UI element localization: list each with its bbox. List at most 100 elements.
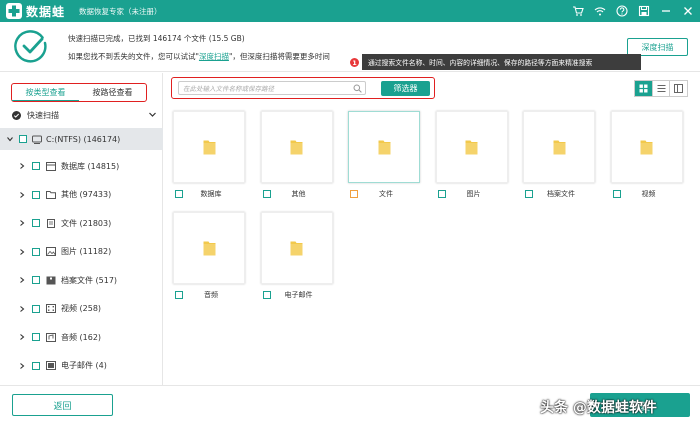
search-tooltip: 通过搜索文件名称、时间、内容的详细情况、保存的路径等方面来精准搜索 <box>362 54 641 70</box>
chevron-down-icon[interactable] <box>6 135 14 143</box>
tree-item[interactable]: 档案文件 (517) <box>0 269 163 291</box>
folder-icon <box>46 190 56 199</box>
folder-icon <box>465 140 478 155</box>
minimize-icon[interactable] <box>660 5 672 17</box>
help-icon[interactable] <box>616 5 628 17</box>
tree-item-checkbox[interactable] <box>32 304 40 313</box>
folder-label: 图片 <box>466 190 481 198</box>
tree-item-label: 数据库 (14815) <box>61 161 120 171</box>
watermark: 头条 @数据蛙软件 <box>540 400 657 416</box>
tree-item-checkbox[interactable] <box>32 333 40 341</box>
folder-icon <box>378 140 390 155</box>
deep-scan-hint-prefix: 如果您找不到丢失的文件，您可以试试" <box>68 52 199 61</box>
folder-card[interactable] <box>173 212 245 284</box>
folder-icon <box>203 140 215 155</box>
tree-item-label: 视频 (258) <box>61 304 102 313</box>
chevron-right-icon[interactable] <box>18 191 26 199</box>
image-icon <box>46 247 56 256</box>
tree-item-checkbox[interactable] <box>32 162 40 170</box>
search-box <box>178 81 366 95</box>
chevron-right-icon[interactable] <box>18 162 26 170</box>
document-icon <box>46 218 56 228</box>
search-icon[interactable] <box>353 84 362 93</box>
tree-item-checkbox[interactable] <box>32 361 40 370</box>
tree-item[interactable]: 音频 (162) <box>0 326 163 348</box>
folder-icon <box>290 241 303 256</box>
tree-item[interactable]: 电子邮件 (4) <box>0 355 163 377</box>
tree-item-label: 音频 (162) <box>61 332 102 342</box>
chevron-right-icon[interactable] <box>18 362 26 370</box>
tree-item-label: 档案文件 (517) <box>61 275 118 285</box>
quick-scan-header[interactable]: 快速扫描 <box>0 107 163 123</box>
folder-caption: 音频 <box>175 290 247 300</box>
folder-card[interactable] <box>435 111 508 183</box>
tree-item[interactable]: 数据库 (14815) <box>0 155 163 177</box>
folder-card[interactable] <box>260 111 333 183</box>
tree-item-checkbox[interactable] <box>32 190 40 199</box>
folder-label: 电子邮件 <box>284 291 313 299</box>
plus-logo-icon <box>6 3 22 19</box>
folder-caption: 其他 <box>262 189 335 199</box>
wifi-icon[interactable] <box>594 5 606 17</box>
folder-card[interactable] <box>260 212 333 284</box>
folder-label: 数据库 <box>200 190 222 198</box>
folder-icon <box>553 140 565 155</box>
database-icon <box>46 161 56 171</box>
folder-label: 其他 <box>291 190 306 198</box>
grid-view-button[interactable] <box>635 81 653 96</box>
folder-icon <box>203 241 215 256</box>
chevron-right-icon[interactable] <box>18 333 26 341</box>
tree-item-checkbox[interactable] <box>32 219 40 227</box>
chevron-right-icon[interactable] <box>18 305 26 313</box>
deep-scan-hint-suffix: "，但深度扫描将需要更多时间 <box>228 52 330 61</box>
view-switcher <box>634 80 688 97</box>
drive-c-checkbox[interactable] <box>19 135 27 143</box>
detail-view-button[interactable] <box>670 81 687 96</box>
tree-item[interactable]: 其他 (97433) <box>0 184 163 206</box>
app-logo: 数据蛙 <box>6 3 65 20</box>
archive-icon <box>46 276 56 285</box>
chevron-down-icon[interactable] <box>148 110 157 119</box>
tree-item-checkbox[interactable] <box>32 247 40 256</box>
folder-caption: 视频 <box>612 189 685 199</box>
folder-caption: 电子邮件 <box>262 290 335 300</box>
drive-c-row[interactable]: C:(NTFS) (146174) <box>0 128 163 150</box>
folder-card[interactable] <box>173 111 245 183</box>
chevron-right-icon[interactable] <box>18 248 26 256</box>
chevron-right-icon[interactable] <box>18 219 26 227</box>
folder-card[interactable] <box>348 111 420 183</box>
folder-label: 文件 <box>379 190 393 198</box>
tooltip-badge: 1 <box>350 58 359 67</box>
app-name: 数据蛙 <box>26 4 66 19</box>
sidebar: 按类型查看 按路径查看 快速扫描 C:(NTFS) (146174) 数据库 (… <box>0 73 163 385</box>
folder-card[interactable] <box>610 111 683 183</box>
tree-item-label: 文件 (21803) <box>61 218 112 228</box>
tree-item[interactable]: 图片 (11182) <box>0 241 163 263</box>
back-button[interactable]: 返回 <box>12 394 113 416</box>
tree-item-checkbox[interactable] <box>32 276 40 284</box>
list-view-icon <box>657 85 665 92</box>
scan-summary: 快速扫描已完成，已找到 146174 个文件 (15.5 GB) <box>68 34 245 43</box>
save-icon[interactable] <box>638 5 650 17</box>
tree-item[interactable]: 文件 (21803) <box>0 212 163 234</box>
tab-by-path[interactable]: 按路径查看 <box>79 84 146 101</box>
audio-icon <box>46 332 56 342</box>
email-icon <box>46 361 56 370</box>
list-view-button[interactable] <box>653 81 671 96</box>
folder-caption: 档案文件 <box>525 189 597 199</box>
close-icon[interactable] <box>682 5 694 17</box>
tree-item[interactable]: 视频 (258) <box>0 298 163 320</box>
tree-item-label: 图片 (11182) <box>61 247 112 256</box>
scan-complete-check-icon <box>14 30 47 63</box>
folder-label: 音频 <box>204 291 218 299</box>
chevron-right-icon[interactable] <box>18 276 26 284</box>
search-input[interactable] <box>183 83 348 94</box>
cart-icon[interactable] <box>572 5 584 17</box>
folder-caption: 图片 <box>437 189 510 199</box>
title-bar: 数据蛙 数据恢复专家（未注册） <box>0 0 700 22</box>
tab-by-type[interactable]: 按类型查看 <box>12 84 79 101</box>
filter-button[interactable]: 筛选器 <box>381 81 430 96</box>
folder-card[interactable] <box>523 111 595 183</box>
view-mode-tabs: 按类型查看 按路径查看 <box>11 83 147 102</box>
deep-scan-link[interactable]: 深度扫描 <box>199 52 229 61</box>
